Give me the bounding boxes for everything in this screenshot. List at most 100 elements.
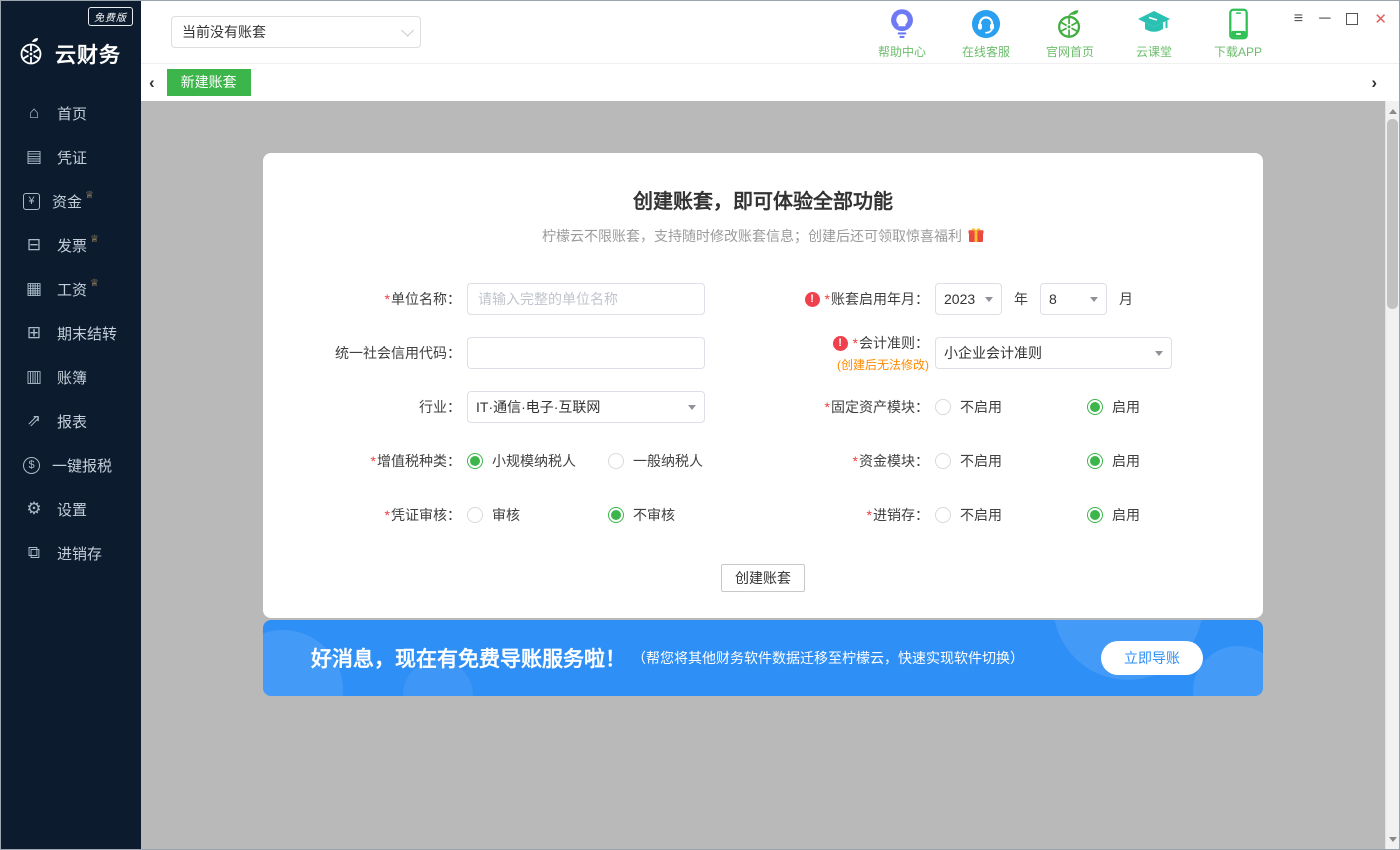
scroll-up-arrow-icon[interactable] [1386,103,1399,119]
vertical-scrollbar[interactable] [1385,101,1399,849]
free-version-badge: 免费版 [88,7,133,26]
create-account-set-card: 创建账套，即可体验全部功能 柠檬云不限账套，支持随时修改账套信息；创建后还可领取… [263,153,1263,618]
accounting-standard-note: (创建后无法修改) [837,356,929,373]
sidebar-item-reports[interactable]: ⇗ 报表 [1,399,141,443]
official-site-link[interactable]: 官网首页 [1039,7,1101,60]
lemon-icon [1054,7,1086,41]
scrollbar-thumb[interactable] [1387,119,1398,309]
select-arrow-icon [688,405,696,410]
inventory-enable-radio[interactable]: 启用 [1087,505,1140,525]
fixed-assets-disable-radio[interactable]: 不启用 [935,397,1087,417]
sidebar-menu: ⌂ 首页 ▤ 凭证 ¥ 资金 ♕ ⊟ 发票 ♕ ▦ 工资 ♕ [1,91,141,575]
company-name-label: * 单位名称： [263,289,461,309]
headset-icon [971,7,1001,41]
topbar: 当前没有账套 帮助中心 [141,1,1399,63]
sidebar-item-label: 期末结转 [57,323,117,344]
sidebar-header: 免费版 云财务 [1,1,141,73]
app-window: 免费版 云财务 ⌂ [0,0,1400,850]
company-name-input[interactable] [467,283,705,315]
sidebar-item-label: 设置 [57,499,87,520]
sidebar-item-settings[interactable]: ⚙ 设置 [1,487,141,531]
sidebar-item-label: 账簿 [57,367,87,388]
minimize-button[interactable]: ─ [1319,11,1330,27]
fixed-assets-enable-radio[interactable]: 启用 [1087,397,1140,417]
sidebar-item-home[interactable]: ⌂ 首页 [1,91,141,135]
radio-icon [935,507,951,523]
inventory-disable-radio[interactable]: 不启用 [935,505,1087,525]
import-service-banner: 好消息，现在有免费导账服务啦！ （帮您将其他财务软件数据迁移至柠檬云，快速实现软… [263,620,1263,696]
funds-module-disable-radio[interactable]: 不启用 [935,451,1087,471]
tab-new-account-set[interactable]: 新建账套 [167,69,251,96]
radio-selected-icon [467,453,483,469]
tab-scroll-left-arrow[interactable]: ‹ [141,73,163,93]
funds-module-enable-radio[interactable]: 启用 [1087,451,1140,471]
required-marker: * [867,507,872,523]
topbar-links: 帮助中心 在线客服 [871,7,1269,60]
crown-icon: ♕ [85,190,94,201]
industry-label: 行业： [263,397,461,417]
select-arrow-icon [1090,297,1098,302]
top-link-label: 在线客服 [962,43,1010,60]
sidebar-item-tax-filing[interactable]: $ 一键报税 [1,443,141,487]
required-marker: * [385,507,390,523]
menu-icon[interactable]: ≡ [1294,11,1303,27]
dollar-circle-icon: $ [23,457,40,474]
start-month-select[interactable]: 8 [1040,283,1107,315]
required-marker: * [853,453,858,469]
tabbar: ‹ 新建账套 › [141,63,1399,101]
account-set-select[interactable]: 当前没有账套 [171,16,421,48]
online-service-link[interactable]: 在线客服 [955,7,1017,60]
subtitle-text: 柠檬云不限账套，支持随时修改账套信息；创建后还可领取惊喜福利 [542,226,962,246]
top-link-label: 帮助中心 [878,43,926,60]
accounting-standard-select[interactable]: 小企业会计准则 [935,337,1172,369]
page-title: 创建账套，即可体验全部功能 [263,185,1263,214]
sidebar-item-invoice[interactable]: ⊟ 发票 ♕ [1,223,141,267]
radio-icon [935,453,951,469]
top-link-label: 云课堂 [1136,43,1172,60]
maximize-button[interactable] [1346,13,1358,25]
inventory-label: * 进销存： [763,505,929,525]
banner-decoration [1193,646,1263,696]
warning-icon: ! [833,336,848,351]
sidebar-item-period-end[interactable]: ⊞ 期末结转 [1,311,141,355]
required-marker: * [371,453,376,469]
sidebar: 免费版 云财务 ⌂ [1,1,141,849]
create-account-set-button[interactable]: 创建账套 [721,564,805,592]
required-marker: * [853,335,858,351]
year-unit-label: 年 [1014,289,1028,309]
voucher-audit-no-radio[interactable]: 不审核 [608,505,675,525]
fixed-assets-label: * 固定资产模块： [763,397,929,417]
industry-select[interactable]: IT·通信·电子·互联网 [467,391,705,423]
radio-selected-icon [1087,453,1103,469]
salary-card-icon: ▦ [23,279,45,299]
sidebar-item-label: 发票 [57,235,87,256]
credit-code-input[interactable] [467,337,705,369]
start-period-label: ! * 账套启用年月： [763,289,929,309]
warning-icon: ! [805,292,820,307]
bulb-icon [888,7,916,41]
voucher-audit-yes-radio[interactable]: 审核 [467,505,608,525]
radio-icon [467,507,483,523]
voucher-icon: ▤ [23,147,45,167]
tab-scroll-right-arrow[interactable]: › [1363,73,1385,93]
vat-small-scale-radio[interactable]: 小规模纳税人 [467,451,608,471]
vat-general-radio[interactable]: 一般纳税人 [608,451,703,471]
sidebar-item-salary[interactable]: ▦ 工资 ♕ [1,267,141,311]
sidebar-item-funds[interactable]: ¥ 资金 ♕ [1,179,141,223]
scroll-down-arrow-icon[interactable] [1386,831,1399,847]
banner-headline: 好消息，现在有免费导账服务啦！ [311,643,626,673]
sidebar-item-inventory[interactable]: ⧉ 进销存 [1,531,141,575]
cloud-classroom-link[interactable]: 云课堂 [1123,7,1185,60]
sidebar-item-voucher[interactable]: ▤ 凭证 [1,135,141,179]
help-center-link[interactable]: 帮助中心 [871,7,933,60]
phone-icon [1229,7,1248,41]
import-now-button[interactable]: 立即导账 [1101,641,1203,675]
select-arrow-icon [985,297,993,302]
download-app-link[interactable]: 下载APP [1207,7,1269,60]
content-area: 创建账套，即可体验全部功能 柠檬云不限账套，支持随时修改账套信息；创建后还可领取… [141,101,1399,849]
sidebar-item-label: 一键报税 [52,455,112,476]
app-title: 云财务 [55,39,121,69]
sidebar-item-ledger[interactable]: ▥ 账簿 [1,355,141,399]
start-year-select[interactable]: 2023 [935,283,1002,315]
close-button[interactable]: ✕ [1374,12,1387,27]
